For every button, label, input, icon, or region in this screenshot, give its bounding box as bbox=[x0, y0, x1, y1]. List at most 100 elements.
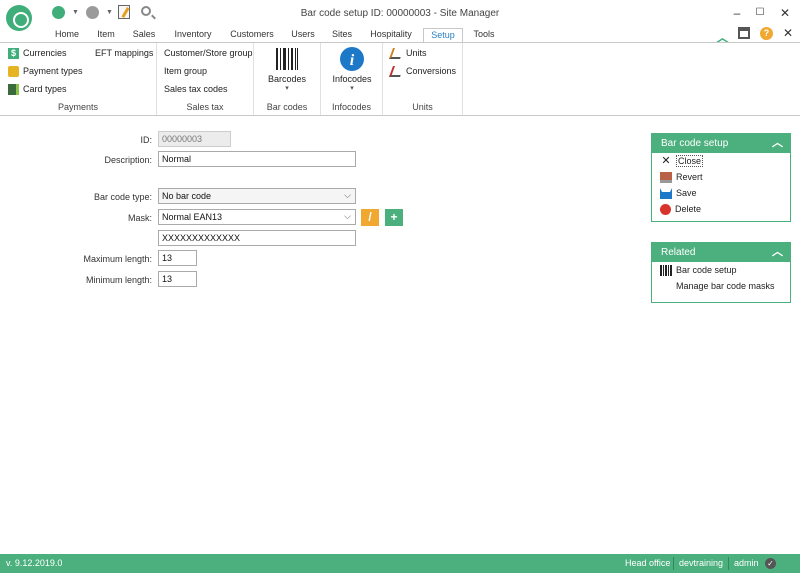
site-text: Head office bbox=[625, 558, 671, 568]
check-status-icon: ✓ bbox=[765, 558, 776, 569]
actions-panel-header[interactable]: Bar code setup ︿ bbox=[652, 134, 790, 153]
collapse-ribbon-chevron-icon[interactable]: ︿ bbox=[716, 27, 729, 45]
units-button[interactable]: Units bbox=[388, 48, 427, 60]
description-label: Description: bbox=[104, 155, 152, 165]
ribbon-group-bar-codes: Barcodes ▾ Bar codes bbox=[254, 43, 321, 115]
help-icon[interactable]: ? bbox=[760, 27, 773, 40]
status-separator bbox=[728, 557, 729, 570]
related-panel: Related ︿ Bar code setup Manage bar code… bbox=[651, 242, 791, 303]
ribbon-group-payments: $ Currencies Payment types Card types EFT… bbox=[0, 43, 157, 115]
tab-users[interactable]: Users bbox=[287, 28, 319, 43]
status-bar: v. 9.12.2019.0 Head office devtraining a… bbox=[0, 554, 800, 573]
revert-action[interactable]: Revert bbox=[660, 172, 703, 184]
actions-panel: Bar code setup ︿ ✕ Close Revert Save Dele… bbox=[651, 133, 791, 222]
save-icon bbox=[660, 188, 672, 200]
tab-tools[interactable]: Tools bbox=[469, 28, 499, 43]
barcode-icon bbox=[660, 265, 672, 277]
printer-icon[interactable] bbox=[738, 27, 750, 39]
compass-icon bbox=[388, 48, 405, 60]
barcodes-button[interactable]: Barcodes ▾ bbox=[266, 46, 308, 92]
save-action[interactable]: Save bbox=[660, 188, 697, 200]
tab-setup[interactable]: Setup bbox=[423, 28, 463, 43]
mask-select[interactable]: Normal EAN13 ⌵ bbox=[158, 209, 356, 225]
id-field: 00000003 bbox=[158, 131, 231, 147]
chevron-down-icon: ▾ bbox=[285, 85, 289, 92]
card-types-button[interactable]: Card types bbox=[8, 84, 67, 96]
bar-code-type-value: No bar code bbox=[162, 191, 212, 201]
ribbon-group-label: Payments bbox=[57, 102, 99, 112]
delete-action[interactable]: Delete bbox=[660, 204, 701, 216]
sales-tax-codes-button[interactable]: Sales tax codes bbox=[164, 84, 228, 94]
status-separator bbox=[673, 557, 674, 570]
actions-panel-title: Bar code setup bbox=[661, 138, 729, 149]
customer-store-group-button[interactable]: Customer/Store group bbox=[164, 48, 253, 58]
conversions-button[interactable]: Conversions bbox=[388, 66, 456, 78]
ribbon: $ Currencies Payment types Card types EFT… bbox=[0, 42, 800, 116]
close-window-button[interactable]: ✕ bbox=[774, 4, 796, 22]
minimum-length-field[interactable]: 13 bbox=[158, 271, 197, 287]
ribbon-tabs: Home Item Sales Inventory Customers User… bbox=[0, 28, 800, 43]
related-panel-header[interactable]: Related ︿ bbox=[652, 243, 790, 262]
version-text: v. 9.12.2019.0 bbox=[6, 558, 63, 568]
ribbon-group-label: Bar codes bbox=[266, 102, 308, 112]
user-text: admin bbox=[734, 558, 759, 568]
related-panel-title: Related bbox=[661, 247, 696, 258]
tab-customers[interactable]: Customers bbox=[226, 28, 278, 43]
tab-inventory[interactable]: Inventory bbox=[168, 28, 218, 43]
pencil-icon: / bbox=[368, 210, 372, 224]
close-action[interactable]: ✕ Close bbox=[660, 155, 704, 168]
svg-text:i: i bbox=[350, 52, 355, 69]
ribbon-group-units: Units Conversions Units bbox=[383, 43, 463, 115]
database-text: devtraining bbox=[679, 558, 724, 568]
item-group-button[interactable]: Item group bbox=[164, 66, 207, 76]
tab-hospitality[interactable]: Hospitality bbox=[366, 28, 416, 43]
chevron-down-icon: ⌵ bbox=[344, 211, 351, 221]
plus-icon: + bbox=[390, 210, 398, 224]
tab-sales[interactable]: Sales bbox=[127, 28, 161, 43]
maximum-length-label: Maximum length: bbox=[83, 254, 152, 264]
mask-value: Normal EAN13 bbox=[162, 212, 223, 222]
add-mask-button[interactable]: + bbox=[385, 209, 403, 226]
eft-mappings-button[interactable]: EFT mappings bbox=[95, 48, 153, 58]
tab-item[interactable]: Item bbox=[91, 28, 121, 43]
maximum-length-field[interactable]: 13 bbox=[158, 250, 197, 266]
ribbon-group-label: Units bbox=[412, 102, 433, 112]
bar-code-type-label: Bar code type: bbox=[93, 192, 152, 202]
window-title: Bar code setup ID: 00000003 - Site Manag… bbox=[300, 8, 500, 19]
payment-types-button[interactable]: Payment types bbox=[8, 66, 83, 78]
infocodes-button[interactable]: i Infocodes ▾ bbox=[329, 46, 375, 92]
coins-icon bbox=[8, 66, 19, 78]
currencies-button[interactable]: $ Currencies bbox=[8, 48, 67, 60]
bar-code-type-select[interactable]: No bar code ⌵ bbox=[158, 188, 356, 204]
tab-home[interactable]: Home bbox=[50, 28, 84, 43]
chevron-down-icon: ⌵ bbox=[344, 190, 351, 200]
ribbon-group-infocodes: i Infocodes ▾ Infocodes bbox=[321, 43, 383, 115]
collapse-chevron-icon[interactable]: ︿ bbox=[772, 243, 783, 262]
mask-pattern-field[interactable]: XXXXXXXXXXXXX bbox=[158, 230, 356, 246]
minimum-length-label: Minimum length: bbox=[85, 275, 152, 285]
card-icon bbox=[8, 84, 19, 96]
edit-mask-button[interactable]: / bbox=[361, 209, 379, 226]
ribbon-group-sales-tax: Customer/Store group Item group Sales ta… bbox=[157, 43, 254, 115]
mask-label: Mask: bbox=[127, 213, 152, 223]
ribbon-group-label: Sales tax bbox=[186, 102, 224, 112]
related-bar-code-setup[interactable]: Bar code setup bbox=[660, 265, 737, 277]
collapse-chevron-icon[interactable]: ︿ bbox=[772, 134, 783, 153]
close-icon: ✕ bbox=[661, 155, 671, 168]
title-bar: ▼ ▼ Bar code setup ID: 00000003 - Site M… bbox=[0, 0, 800, 31]
revert-icon bbox=[660, 172, 672, 184]
ribbon-group-label: Infocodes bbox=[331, 102, 372, 112]
close-document-icon[interactable]: ✕ bbox=[783, 26, 793, 40]
minimize-button[interactable]: – bbox=[726, 4, 748, 22]
description-field[interactable]: Normal bbox=[158, 151, 356, 167]
related-manage-masks[interactable]: Manage bar code masks bbox=[676, 281, 775, 291]
id-label: ID: bbox=[140, 135, 152, 145]
barcode-icon bbox=[276, 48, 298, 70]
maximize-button[interactable]: ☐ bbox=[749, 4, 771, 22]
tab-sites[interactable]: Sites bbox=[326, 28, 358, 43]
dollar-icon: $ bbox=[8, 48, 19, 60]
delete-icon bbox=[660, 204, 671, 216]
conversion-icon bbox=[388, 66, 405, 78]
info-icon: i bbox=[340, 47, 364, 71]
chevron-down-icon: ▾ bbox=[350, 85, 354, 92]
